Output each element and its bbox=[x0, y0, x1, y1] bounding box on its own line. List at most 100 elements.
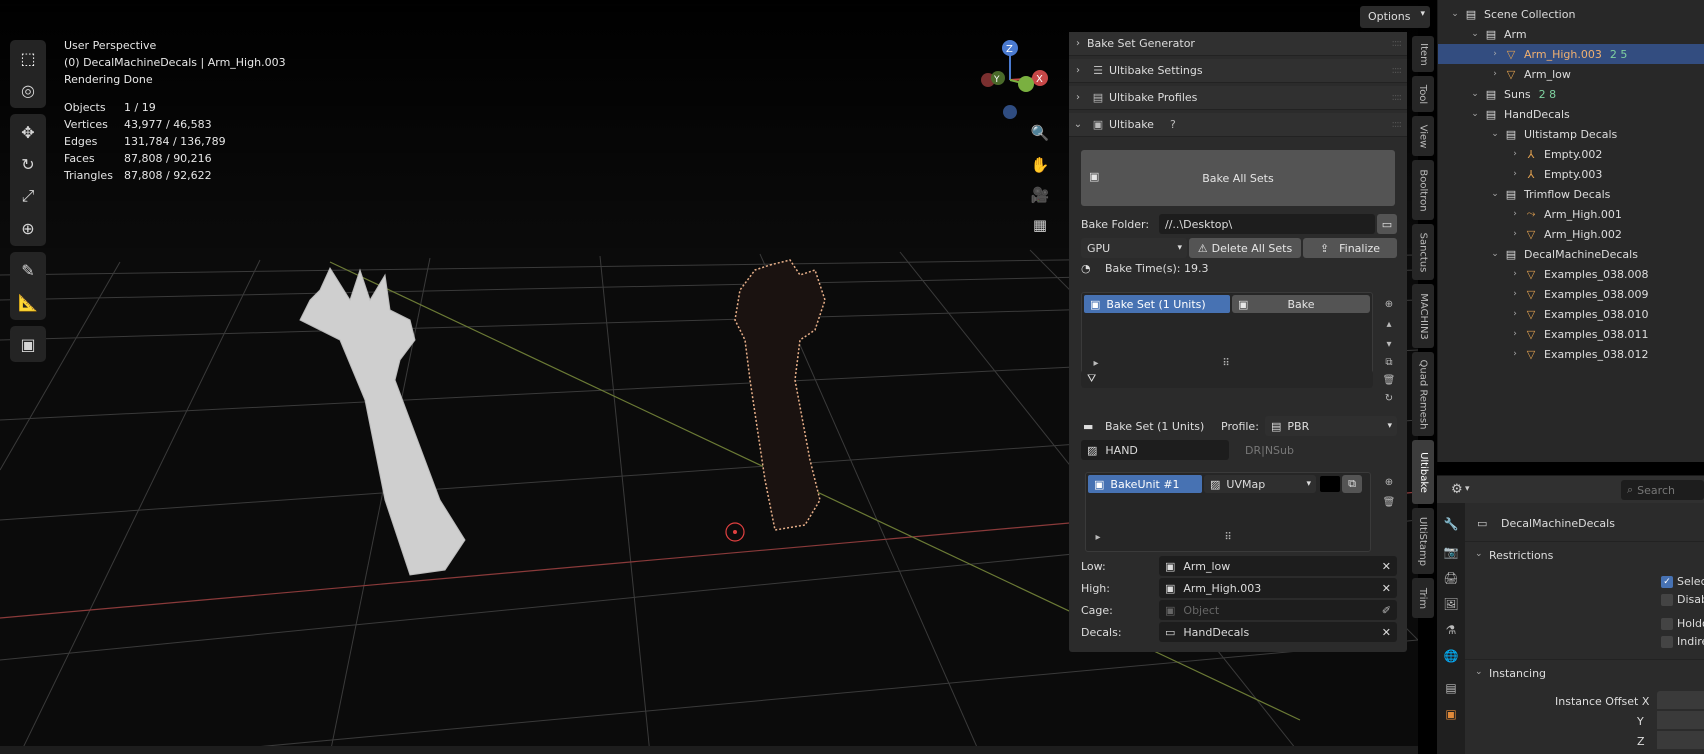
folder-icon[interactable]: ▭ bbox=[1377, 214, 1397, 234]
tab-machin3[interactable]: MACHIN3 bbox=[1412, 284, 1434, 348]
tab-trim[interactable]: Trim bbox=[1412, 578, 1434, 618]
refresh-icon[interactable]: ↻ bbox=[1381, 390, 1397, 406]
properties-search-input[interactable]: ⌕ Search bbox=[1621, 480, 1704, 500]
outliner-row[interactable]: ⌄ ▤ Trimflow Decals bbox=[1438, 184, 1704, 204]
panel-ultibake[interactable]: ⌄ ▣ Ultibake ? :::: bbox=[1069, 113, 1407, 137]
tab-ultibake[interactable]: Ultibake bbox=[1412, 440, 1434, 504]
bake-all-sets-button[interactable]: ▣ Bake All Sets bbox=[1081, 150, 1395, 206]
color-swatch[interactable] bbox=[1320, 476, 1340, 492]
scene-tab-icon[interactable]: ⚗ bbox=[1441, 619, 1461, 641]
drag-handle-icon[interactable]: :::: bbox=[1392, 38, 1403, 49]
disclosure-triangle-icon[interactable]: › bbox=[1508, 309, 1522, 319]
bake-folder-field[interactable]: //..\Desktop\ bbox=[1159, 214, 1375, 234]
disclosure-triangle-icon[interactable]: › bbox=[1508, 329, 1522, 339]
outliner-row[interactable]: › ⅄ Empty.002 bbox=[1438, 144, 1704, 164]
trash-icon[interactable]: 🗑 bbox=[1381, 372, 1397, 388]
drag-handle-icon[interactable]: :::: bbox=[1392, 92, 1403, 103]
help-icon[interactable]: ? bbox=[1162, 118, 1184, 131]
eyedropper-icon[interactable]: ✐ bbox=[1382, 604, 1391, 617]
zoom-icon[interactable]: 🔍 bbox=[1027, 120, 1053, 146]
tab-view[interactable]: View bbox=[1412, 116, 1434, 156]
outliner-row[interactable]: ⌄ ▤ Suns 2 8 bbox=[1438, 84, 1704, 104]
outliner-row[interactable]: › ⅄ Empty.003 bbox=[1438, 164, 1704, 184]
move-down-icon[interactable]: ▾ bbox=[1381, 336, 1397, 352]
rotate-icon[interactable]: ↻ bbox=[10, 148, 46, 180]
tab-item[interactable]: Item bbox=[1412, 36, 1434, 72]
disclosure-triangle-icon[interactable]: ⌄ bbox=[1468, 109, 1482, 119]
disclosure-triangle-icon[interactable]: › bbox=[1508, 269, 1522, 279]
clear-icon[interactable]: ✕ bbox=[1382, 626, 1391, 639]
collection-tab-icon[interactable]: ▤ bbox=[1441, 677, 1461, 699]
copy-icon[interactable]: ⧉ bbox=[1381, 354, 1397, 370]
instancing-panel-title[interactable]: Instancing bbox=[1489, 667, 1546, 680]
editor-type-icon[interactable]: ⚙ bbox=[1451, 482, 1463, 497]
outliner-row[interactable]: ⌄ ▤ Scene Collection bbox=[1438, 4, 1704, 24]
restrictions-panel-title[interactable]: Restrictions bbox=[1489, 549, 1553, 562]
tab-sanctus[interactable]: Sanctus bbox=[1412, 224, 1434, 280]
disclosure-triangle-icon[interactable]: › bbox=[1508, 229, 1522, 239]
move-icon[interactable]: ✥ bbox=[10, 116, 46, 148]
disclosure-triangle-icon[interactable]: ⌄ bbox=[1488, 249, 1502, 259]
tool-tab-icon[interactable]: 🔧 bbox=[1441, 513, 1461, 535]
delete-all-sets-button[interactable]: ⚠ Delete All Sets bbox=[1189, 238, 1301, 258]
cage-object-field[interactable]: ▣ Object ✐ bbox=[1159, 600, 1397, 620]
add-cube-icon[interactable]: ▣ bbox=[10, 328, 46, 360]
drag-handle-icon[interactable]: :::: bbox=[1392, 119, 1403, 130]
disclosure-triangle-icon[interactable]: › bbox=[1488, 69, 1502, 79]
bake-set-name-field[interactable]: ▨ HAND bbox=[1081, 440, 1229, 460]
view-layer-tab-icon[interactable]: 🖼 bbox=[1441, 593, 1461, 615]
outliner-row[interactable]: › ▽ Arm_High.003 2 5 bbox=[1438, 44, 1704, 64]
world-tab-icon[interactable]: 🌐 bbox=[1441, 645, 1461, 667]
outliner-row[interactable]: › ▽ Examples_038.012 bbox=[1438, 344, 1704, 364]
tab-ultistamp[interactable]: UltiStamp bbox=[1412, 508, 1434, 574]
duplicate-icon[interactable]: ⧉ bbox=[1342, 475, 1362, 493]
expand-icon[interactable]: ▸ bbox=[1090, 529, 1106, 545]
profile-select[interactable]: ▤ PBR ▾ bbox=[1265, 416, 1397, 436]
outliner-row[interactable]: ⌄ ▤ Arm bbox=[1438, 24, 1704, 44]
outliner-row[interactable]: ⌄ ▤ HandDecals bbox=[1438, 104, 1704, 124]
render-tab-icon[interactable]: 📷 bbox=[1441, 541, 1461, 563]
select-checkbox[interactable]: ✓ bbox=[1661, 576, 1673, 588]
high-object-field[interactable]: ▣ Arm_High.003 ✕ bbox=[1159, 578, 1397, 598]
camera-icon[interactable]: 🎥 bbox=[1027, 182, 1053, 208]
disclosure-triangle-icon[interactable]: ⌄ bbox=[1448, 9, 1462, 19]
outliner-row[interactable]: ⌄ ▤ DecalMachineDecals bbox=[1438, 244, 1704, 264]
holdout-checkbox[interactable] bbox=[1661, 618, 1673, 630]
disclosure-triangle-icon[interactable]: › bbox=[1508, 349, 1522, 359]
instance-offset-y-field[interactable] bbox=[1657, 711, 1704, 729]
disclosure-triangle-icon[interactable]: › bbox=[1508, 169, 1522, 179]
scale-icon[interactable]: ⤢ bbox=[10, 180, 46, 212]
instance-offset-x-field[interactable] bbox=[1657, 691, 1704, 709]
device-select[interactable]: GPU ▾ bbox=[1081, 238, 1187, 258]
outliner-row[interactable]: ⌄ ▤ Ultistamp Decals bbox=[1438, 124, 1704, 144]
outliner-row[interactable]: › ▽ Arm_High.002 bbox=[1438, 224, 1704, 244]
disclosure-triangle-icon[interactable]: ⌄ bbox=[1488, 189, 1502, 199]
grid-view-icon[interactable]: ▦ bbox=[1027, 212, 1053, 238]
outliner-row[interactable]: › ▽ Examples_038.008 bbox=[1438, 264, 1704, 284]
panel-bake-set-generator[interactable]: › Bake Set Generator :::: bbox=[1069, 32, 1407, 56]
disable-checkbox[interactable] bbox=[1661, 594, 1673, 606]
finalize-button[interactable]: ⇪ Finalize bbox=[1303, 238, 1397, 258]
transform-icon[interactable]: ⊕ bbox=[10, 212, 46, 244]
uvmap-select[interactable]: ▨ UVMap ▾ bbox=[1204, 475, 1316, 493]
cursor-icon[interactable]: ◎ bbox=[10, 74, 46, 106]
decals-collection-field[interactable]: ▭ HandDecals ✕ bbox=[1159, 622, 1397, 642]
annotate-icon[interactable]: ✎ bbox=[10, 254, 46, 286]
object-tab-icon[interactable]: ▣ bbox=[1441, 703, 1461, 725]
expand-icon[interactable]: ▸ bbox=[1088, 355, 1104, 371]
options-dropdown[interactable]: Options ▾ bbox=[1360, 6, 1430, 28]
disclosure-triangle-icon[interactable]: › bbox=[1488, 49, 1502, 59]
select-box-icon[interactable]: ⬚ bbox=[10, 42, 46, 74]
bake-unit-list-item[interactable]: ▣ BakeUnit #1 bbox=[1088, 475, 1202, 493]
navigation-gizmo[interactable]: Z X Y bbox=[970, 38, 1050, 120]
move-up-icon[interactable]: ▴ bbox=[1381, 316, 1397, 332]
hand-pan-icon[interactable]: ✋ bbox=[1027, 152, 1053, 178]
tab-booltron[interactable]: Booltron bbox=[1412, 160, 1434, 220]
disclosure-triangle-icon[interactable]: › bbox=[1508, 289, 1522, 299]
panel-ultibake-profiles[interactable]: › ▤ Ultibake Profiles :::: bbox=[1069, 86, 1407, 110]
trash-icon[interactable]: 🗑 bbox=[1381, 494, 1397, 510]
filter-field[interactable]: ⛛ bbox=[1081, 370, 1373, 388]
outliner-row[interactable]: › ▽ Examples_038.009 bbox=[1438, 284, 1704, 304]
bake-button[interactable]: ▣ Bake bbox=[1232, 295, 1370, 313]
resize-handle-icon[interactable]: ⠿ bbox=[1218, 355, 1234, 371]
